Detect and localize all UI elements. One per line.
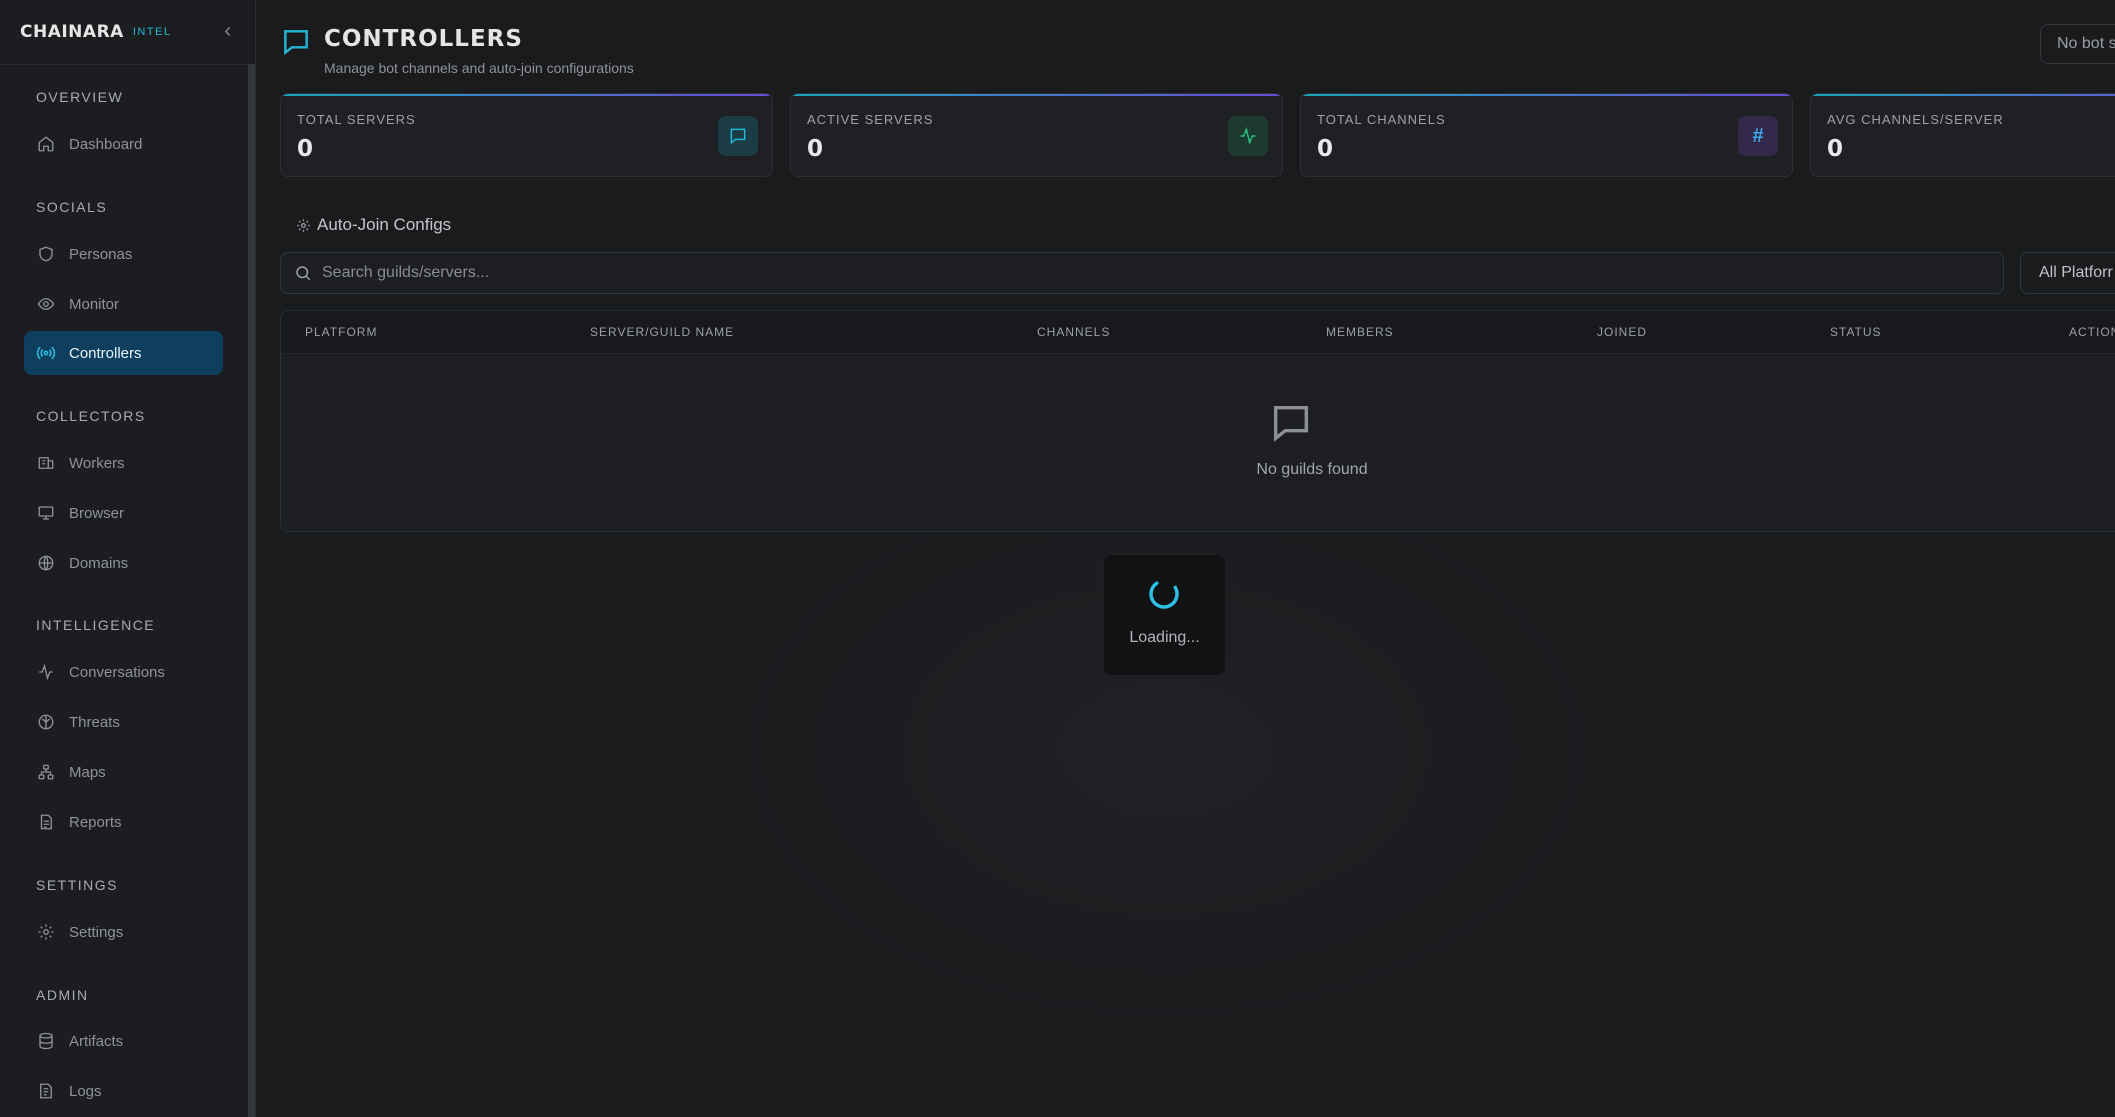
section-title-label: Auto-Join Configs: [317, 215, 452, 234]
bot-select[interactable]: No bot s: [2040, 24, 2115, 64]
column-header-server-name[interactable]: SERVER/GUILD NAME: [590, 325, 734, 339]
stat-label: AVG CHANNELS/SERVER: [1827, 112, 2004, 127]
stat-card-total-servers: TOTAL SERVERS 0: [280, 93, 773, 177]
loading-text: Loading...: [1129, 629, 1200, 646]
sidebar-item-label: Threats: [69, 713, 120, 731]
sidebar: CHAINARA INTEL ‹ OVERVIEW Dashboard SOCI…: [0, 0, 256, 1117]
broadcast-icon: [36, 343, 56, 363]
stat-card-total-channels: TOTAL CHANNELS 0 #: [1300, 93, 1793, 177]
sidebar-item-browser[interactable]: Browser: [24, 491, 223, 535]
guilds-table: PLATFORM SERVER/GUILD NAME CHANNELS MEMB…: [280, 310, 2115, 532]
section-overview: OVERVIEW: [36, 89, 124, 105]
stat-card-avg-channels: AVG CHANNELS/SERVER 0: [1810, 93, 2115, 177]
sidebar-item-maps[interactable]: Maps: [24, 750, 223, 794]
section-title: Auto-Join Configs: [296, 215, 451, 235]
sidebar-item-label: Maps: [69, 763, 106, 781]
home-icon: [36, 134, 56, 154]
sidebar-item-label: Logs: [69, 1082, 102, 1100]
stat-label: ACTIVE SERVERS: [807, 112, 934, 127]
stat-value: 0: [1317, 136, 1334, 162]
sidebar-item-conversations[interactable]: Conversations: [24, 650, 223, 694]
sidebar-item-label: Browser: [69, 504, 125, 522]
stat-value: 0: [1827, 136, 1844, 162]
section-settings: SETTINGS: [36, 877, 119, 893]
search-input[interactable]: [320, 263, 1924, 283]
sidebar-scrollbar[interactable]: [248, 64, 255, 1117]
database-icon: [36, 1031, 56, 1051]
empty-state-text: No guilds found: [1256, 461, 1368, 478]
workers-icon: [36, 453, 56, 473]
sidebar-item-label: Controllers: [69, 344, 142, 362]
sidebar-item-artifacts[interactable]: Artifacts: [24, 1019, 223, 1063]
sidebar-item-label: Dashboard: [69, 135, 143, 153]
sidebar-item-controllers[interactable]: Controllers: [24, 331, 223, 375]
globe-icon: [36, 553, 56, 573]
logs-icon: [36, 1081, 56, 1101]
sidebar-item-reports[interactable]: Reports: [24, 800, 223, 844]
sidebar-item-domains[interactable]: Domains: [24, 541, 223, 585]
gear-icon: [296, 218, 311, 233]
column-header-joined[interactable]: JOINED: [1597, 325, 1647, 339]
card-accent: [281, 94, 772, 96]
brand-tag: INTEL: [132, 26, 172, 38]
chat-icon: [280, 26, 312, 63]
column-header-platform[interactable]: PLATFORM: [305, 325, 377, 339]
page-subtitle: Manage bot channels and auto-join config…: [324, 60, 634, 76]
brand-name: CHAINARA: [20, 22, 124, 42]
sidebar-item-personas[interactable]: Personas: [24, 232, 223, 276]
sidebar-item-logs[interactable]: Logs: [24, 1069, 223, 1113]
platform-filter-select[interactable]: All Platforr: [2020, 252, 2115, 294]
loading-overlay: Loading...: [1103, 554, 1226, 676]
chat-icon: [1268, 400, 1314, 451]
stat-value: 0: [297, 136, 314, 162]
card-accent: [791, 94, 1282, 96]
column-header-action: ACTION: [2069, 325, 2115, 339]
section-admin: ADMIN: [36, 987, 89, 1003]
sidebar-item-dashboard[interactable]: Dashboard: [24, 122, 223, 166]
card-accent: [1301, 94, 1792, 96]
gear-icon: [36, 922, 56, 942]
sidebar-item-threats[interactable]: Threats: [24, 700, 223, 744]
hash-icon: #: [1738, 116, 1778, 156]
sidebar-item-label: Domains: [69, 554, 129, 572]
stat-label: TOTAL CHANNELS: [1317, 112, 1446, 127]
brain-icon: [36, 712, 56, 732]
sidebar-item-label: Conversations: [69, 663, 165, 681]
search-box[interactable]: [280, 252, 2004, 294]
search-icon: [294, 264, 312, 282]
sidebar-item-monitor[interactable]: Monitor: [24, 282, 223, 326]
activity-icon: [36, 662, 56, 682]
stat-value: 0: [807, 136, 824, 162]
collapse-sidebar-icon[interactable]: ‹: [224, 20, 231, 43]
section-collectors: COLLECTORS: [36, 408, 146, 424]
sidebar-item-label: Monitor: [69, 295, 120, 313]
sidebar-item-label: Settings: [69, 923, 124, 941]
sidebar-item-workers[interactable]: Workers: [24, 441, 223, 485]
section-intelligence: INTELLIGENCE: [36, 617, 156, 633]
sidebar-item-label: Reports: [69, 813, 122, 831]
card-accent: [1811, 94, 2115, 96]
network-icon: [36, 762, 56, 782]
stat-card-active-servers: ACTIVE SERVERS 0: [790, 93, 1283, 177]
sidebar-item-label: Artifacts: [69, 1032, 124, 1050]
sidebar-item-label: Personas: [69, 245, 133, 263]
brand: CHAINARA INTEL ‹: [0, 0, 255, 65]
column-header-status[interactable]: STATUS: [1830, 325, 1882, 339]
activity-icon: [1228, 116, 1268, 156]
chat-icon: [718, 116, 758, 156]
sidebar-item-label: Workers: [69, 454, 125, 472]
page-title: CONTROLLERS: [324, 26, 523, 52]
monitor-icon: [36, 503, 56, 523]
sidebar-item-settings[interactable]: Settings: [24, 910, 223, 954]
main-content: CONTROLLERS Manage bot channels and auto…: [256, 0, 2115, 1117]
section-socials: SOCIALS: [36, 199, 108, 215]
table-header: PLATFORM SERVER/GUILD NAME CHANNELS MEMB…: [281, 311, 2115, 354]
report-icon: [36, 812, 56, 832]
eye-icon: [36, 294, 56, 314]
column-header-channels[interactable]: CHANNELS: [1037, 325, 1110, 339]
stat-label: TOTAL SERVERS: [297, 112, 416, 127]
column-header-members[interactable]: MEMBERS: [1326, 325, 1394, 339]
spinner-icon: [1147, 577, 1181, 616]
shield-icon: [36, 244, 56, 264]
